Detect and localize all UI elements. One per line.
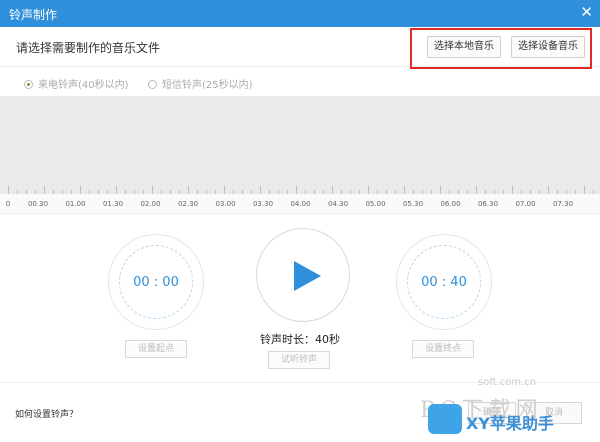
timeline-tick-label: 06.00 xyxy=(440,200,461,208)
title-bar: 铃声制作 ✕ xyxy=(0,0,600,27)
close-icon[interactable]: ✕ xyxy=(580,3,593,21)
timeline-tick-label: 07.30 xyxy=(552,200,574,208)
timeline-tick-label: 03.00 xyxy=(215,200,236,208)
waveform-tick xyxy=(476,186,477,194)
waveform-tick xyxy=(332,186,333,194)
waveform-tick xyxy=(44,186,45,194)
timeline-tick-label: 05.00 xyxy=(365,200,386,208)
timeline-tick-label: 00.30 xyxy=(27,200,49,208)
timeline-tick-label: 01.30 xyxy=(102,200,124,208)
watermark-logo-icon xyxy=(428,404,462,434)
start-time-dial: 00 : 00 xyxy=(108,234,204,330)
timeline-tick-label: 04.00 xyxy=(290,200,311,208)
waveform-tick xyxy=(404,186,405,194)
waveform-tick xyxy=(512,186,513,194)
waveform-tick xyxy=(224,186,225,194)
watermark-app-name: XY苹果助手 xyxy=(466,414,554,433)
watermark-site: soft.com.cn xyxy=(478,377,537,388)
start-time-value: 00 : 00 xyxy=(133,275,179,290)
select-local-music-button[interactable]: 选择本地音乐 xyxy=(427,36,501,58)
waveform-tick xyxy=(8,186,9,194)
play-icon xyxy=(294,261,321,291)
waveform-tick xyxy=(584,186,585,194)
timeline-tick-label: 01.00 xyxy=(65,200,86,208)
waveform-tick xyxy=(296,186,297,194)
radio-call-label: 来电铃声(40秒以内) xyxy=(38,80,129,91)
timeline-tick-label: 07.00 xyxy=(515,200,536,208)
timeline-tick-label: 02.30 xyxy=(177,200,199,208)
end-time-value: 00 : 40 xyxy=(421,275,467,290)
waveform-tick xyxy=(548,186,549,194)
waveform-tick xyxy=(260,186,261,194)
waveform-tick xyxy=(116,186,117,194)
waveform-ticks xyxy=(0,186,600,194)
radio-call-ringtone[interactable]: 来电铃声(40秒以内) xyxy=(24,76,129,91)
waveform-tick xyxy=(440,186,441,194)
radio-sms-label: 短信铃声(25秒以内) xyxy=(162,80,253,91)
timeline-tick-label: 0 xyxy=(5,200,11,208)
select-music-prompt: 请选择需要制作的音乐文件 xyxy=(16,41,161,55)
timeline-tick-label: 04.30 xyxy=(327,200,349,208)
waveform-tick xyxy=(188,186,189,194)
waveform-tick xyxy=(368,186,369,194)
radio-sms-ringtone[interactable]: 短信铃声(25秒以内) xyxy=(148,76,253,91)
timeline-ruler: 0 00.30 01.00 01.30 02.00 02.30 03.00 03.30 04.0… xyxy=(0,194,600,214)
timeline-tick-label: 05.30 xyxy=(402,200,424,208)
how-to-set-ringtone-link[interactable]: 如何设置铃声？ xyxy=(15,407,78,420)
timeline-tick-label: 03.30 xyxy=(252,200,274,208)
select-device-music-button[interactable]: 选择设备音乐 xyxy=(511,36,585,58)
timeline-tick-label: 06.30 xyxy=(477,200,499,208)
waveform-area[interactable] xyxy=(0,96,600,194)
waveform-tick xyxy=(80,186,81,194)
radio-unselected-indicator xyxy=(148,80,157,89)
window-title: 铃声制作 xyxy=(9,8,58,22)
set-end-button[interactable]: 设置终点 xyxy=(412,340,474,358)
play-button[interactable] xyxy=(256,228,350,322)
radio-selected-indicator xyxy=(24,80,33,89)
timeline-tick-label: 02.00 xyxy=(140,200,161,208)
waveform-tick xyxy=(152,186,153,194)
end-time-dial: 00 : 40 xyxy=(396,234,492,330)
preview-ringtone-button[interactable]: 试听铃声 xyxy=(268,351,330,369)
ringtone-duration: 铃声时长：40秒 xyxy=(260,333,340,346)
